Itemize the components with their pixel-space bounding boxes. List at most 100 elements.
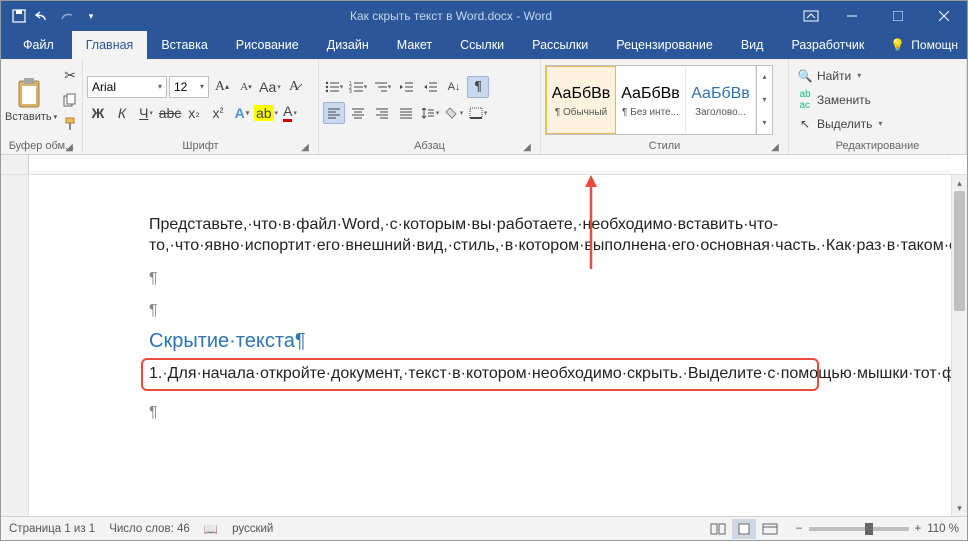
zoom-slider[interactable] bbox=[809, 527, 909, 531]
tab-insert[interactable]: Вставка bbox=[147, 31, 221, 59]
replace-icon: abac bbox=[797, 92, 813, 108]
tab-design[interactable]: Дизайн bbox=[313, 31, 383, 59]
line-spacing-icon[interactable]: ▾ bbox=[419, 102, 441, 124]
sort-icon[interactable]: A↓ bbox=[443, 76, 465, 98]
window-title: Как скрыть текст в Word.docx - Word bbox=[109, 9, 793, 23]
web-layout-icon[interactable] bbox=[758, 519, 782, 539]
justify-icon[interactable] bbox=[395, 102, 417, 124]
highlighted-paragraph: 1.·Для·начала·откройте·документ,·текст·в… bbox=[141, 358, 819, 391]
bullets-icon[interactable]: ▾ bbox=[323, 76, 345, 98]
font-color-icon[interactable]: A▾ bbox=[279, 102, 301, 124]
scrollbar-thumb[interactable] bbox=[954, 191, 965, 311]
quick-access-toolbar: ▾ bbox=[1, 8, 109, 24]
save-icon[interactable] bbox=[11, 8, 27, 24]
horizontal-ruler[interactable] bbox=[1, 155, 967, 175]
subscript-icon[interactable]: x₂ bbox=[183, 102, 205, 124]
format-painter-icon[interactable] bbox=[59, 113, 81, 135]
paragraph-mark[interactable]: ¶ bbox=[149, 403, 819, 424]
find-button[interactable]: 🔍Найти▾ bbox=[793, 65, 886, 87]
italic-icon[interactable]: К bbox=[111, 102, 133, 124]
shrink-font-icon[interactable]: A▾ bbox=[235, 76, 257, 98]
style-heading1[interactable]: АаБбВв Заголово... bbox=[686, 66, 756, 134]
group-clipboard: Вставить▾ ✂ Буфер обм...◢ bbox=[1, 59, 83, 154]
page-indicator[interactable]: Страница 1 из 1 bbox=[9, 523, 95, 535]
change-case-icon[interactable]: Aa▾ bbox=[259, 76, 281, 98]
tab-view[interactable]: Вид bbox=[727, 31, 778, 59]
text-effects-icon[interactable]: A▾ bbox=[231, 102, 253, 124]
undo-icon[interactable] bbox=[35, 8, 51, 24]
word-count[interactable]: Число слов: 46 bbox=[109, 523, 190, 535]
zoom-level[interactable]: 110 % bbox=[927, 523, 959, 535]
cut-icon[interactable]: ✂ bbox=[59, 65, 81, 87]
font-size-combo[interactable]: 12▾ bbox=[169, 76, 209, 98]
underline-icon[interactable]: Ч▾ bbox=[135, 102, 157, 124]
paste-button[interactable]: Вставить▾ bbox=[5, 64, 57, 136]
heading[interactable]: Скрытие·текста¶ bbox=[149, 328, 819, 354]
redo-icon[interactable] bbox=[59, 8, 75, 24]
multilevel-icon[interactable]: ▾ bbox=[371, 76, 393, 98]
paragraph[interactable]: 1.·Для·начала·откройте·документ,·текст·в… bbox=[149, 364, 811, 385]
tab-developer[interactable]: Разработчик bbox=[777, 31, 878, 59]
proofing-icon[interactable]: 📖 bbox=[204, 522, 218, 536]
vertical-ruler[interactable] bbox=[1, 175, 29, 516]
group-styles: АаБбВв ¶ Обычный АаБбВв ¶ Без инте... Аа… bbox=[541, 59, 789, 154]
paragraph-mark[interactable]: ¶ bbox=[149, 269, 819, 290]
numbering-icon[interactable]: 123▾ bbox=[347, 76, 369, 98]
font-name-combo[interactable]: Arial▾ bbox=[87, 76, 167, 98]
increase-indent-icon[interactable] bbox=[419, 76, 441, 98]
lightbulb-icon: 💡 bbox=[890, 38, 905, 52]
vertical-scrollbar[interactable]: ▴ ▾ bbox=[951, 175, 967, 516]
tab-home[interactable]: Главная bbox=[72, 31, 148, 59]
qat-customize-icon[interactable]: ▾ bbox=[83, 8, 99, 24]
ribbon-options-icon[interactable] bbox=[793, 10, 829, 22]
tab-mailings[interactable]: Рассылки bbox=[518, 31, 602, 59]
replace-button[interactable]: abacЗаменить bbox=[793, 89, 886, 111]
grow-font-icon[interactable]: A▴ bbox=[211, 76, 233, 98]
align-right-icon[interactable] bbox=[371, 102, 393, 124]
zoom-control[interactable]: − + 110 % bbox=[796, 523, 959, 535]
clipboard-launcher[interactable]: ◢ bbox=[62, 140, 76, 154]
tab-draw[interactable]: Рисование bbox=[222, 31, 313, 59]
superscript-icon[interactable]: x² bbox=[207, 102, 229, 124]
tab-review[interactable]: Рецензирование bbox=[602, 31, 727, 59]
tab-file[interactable]: Файл bbox=[5, 31, 72, 59]
style-no-spacing[interactable]: АаБбВв ¶ Без инте... bbox=[616, 66, 686, 134]
clipboard-icon bbox=[15, 77, 47, 109]
styles-gallery[interactable]: АаБбВв ¶ Обычный АаБбВв ¶ Без инте... Аа… bbox=[545, 65, 773, 135]
bold-icon[interactable]: Ж bbox=[87, 102, 109, 124]
align-left-icon[interactable] bbox=[323, 102, 345, 124]
document-canvas[interactable]: Представьте,·что·в·файл·Word,·с·которым·… bbox=[29, 175, 951, 516]
styles-launcher[interactable]: ◢ bbox=[768, 140, 782, 154]
document-area: Представьте,·что·в·файл·Word,·с·которым·… bbox=[1, 175, 967, 516]
title-bar: ▾ Как скрыть текст в Word.docx - Word bbox=[1, 1, 967, 31]
select-button[interactable]: ↖Выделить▾ bbox=[793, 113, 886, 135]
clear-format-icon[interactable]: A̷ bbox=[283, 76, 305, 98]
maximize-button[interactable] bbox=[875, 1, 921, 31]
paragraph-launcher[interactable]: ◢ bbox=[520, 140, 534, 154]
copy-icon[interactable] bbox=[59, 89, 81, 111]
read-mode-icon[interactable] bbox=[706, 519, 730, 539]
paragraph-mark[interactable]: ¶ bbox=[149, 301, 819, 322]
tab-layout[interactable]: Макет bbox=[383, 31, 446, 59]
zoom-out-icon[interactable]: − bbox=[796, 523, 803, 535]
show-hide-icon[interactable]: ¶ bbox=[467, 76, 489, 98]
tell-me[interactable]: 💡 Помощн bbox=[878, 31, 968, 59]
highlight-icon[interactable]: ab▾ bbox=[255, 102, 277, 124]
tab-references[interactable]: Ссылки bbox=[446, 31, 518, 59]
ribbon: Вставить▾ ✂ Буфер обм...◢ Arial▾ 12▾ A▴ … bbox=[1, 59, 967, 155]
minimize-button[interactable] bbox=[829, 1, 875, 31]
close-button[interactable] bbox=[921, 1, 967, 31]
style-normal[interactable]: АаБбВв ¶ Обычный bbox=[546, 66, 616, 134]
styles-gallery-more[interactable]: ▴▾▾ bbox=[756, 66, 772, 134]
align-center-icon[interactable] bbox=[347, 102, 369, 124]
print-layout-icon[interactable] bbox=[732, 519, 756, 539]
borders-icon[interactable]: ▾ bbox=[467, 102, 489, 124]
strikethrough-icon[interactable]: abc bbox=[159, 102, 181, 124]
zoom-in-icon[interactable]: + bbox=[915, 523, 922, 535]
shading-icon[interactable]: ▾ bbox=[443, 102, 465, 124]
language-indicator[interactable]: русский bbox=[232, 523, 273, 535]
font-launcher[interactable]: ◢ bbox=[298, 140, 312, 154]
svg-text:3: 3 bbox=[349, 89, 352, 93]
paragraph[interactable]: Представьте,·что·в·файл·Word,·с·которым·… bbox=[149, 215, 819, 257]
decrease-indent-icon[interactable] bbox=[395, 76, 417, 98]
